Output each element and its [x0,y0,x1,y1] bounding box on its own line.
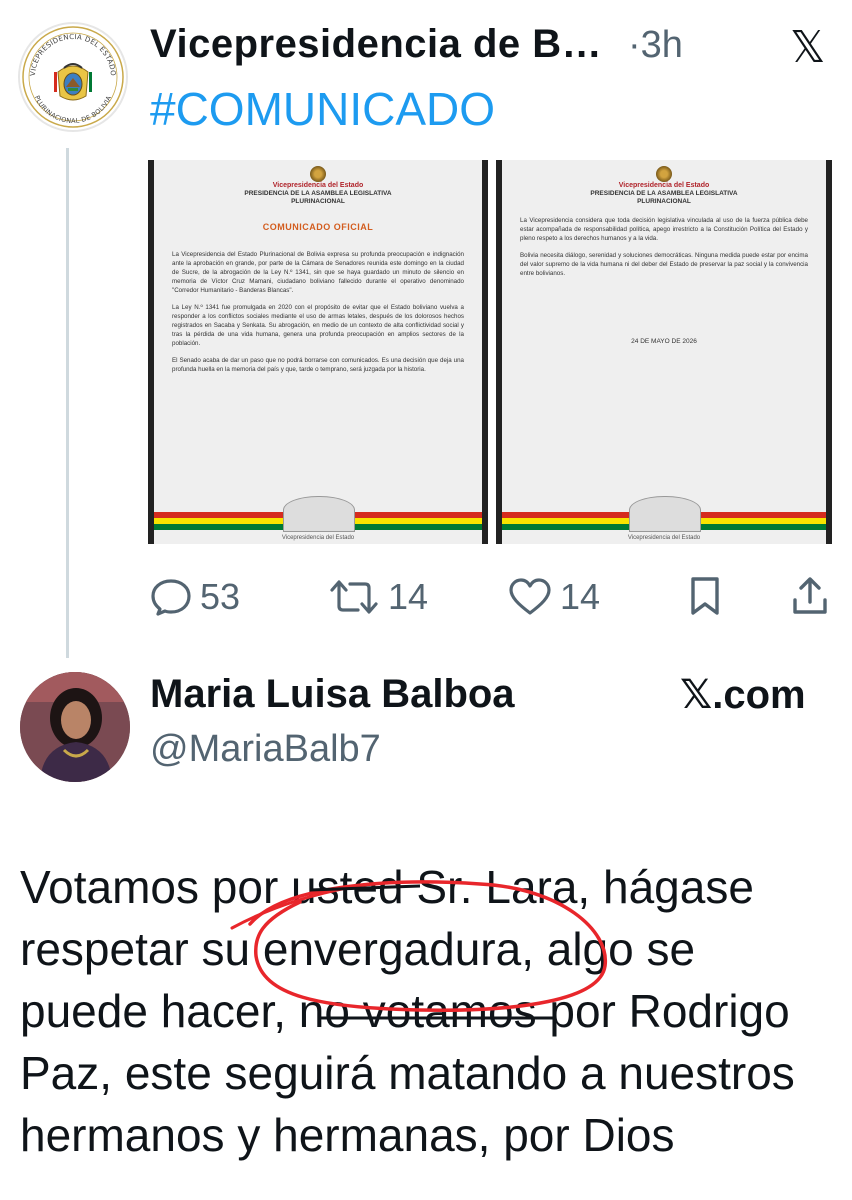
reply-count: 53 [200,576,241,617]
post-text-line: Paz, este seguirá matando a nuestros [20,1047,795,1099]
quoted-author-name[interactable]: Maria Luisa Balboa [150,672,515,717]
doc-body: La Vicepresidencia considera que toda de… [520,216,808,286]
doc-paragraph: El Senado acaba de dar un paso que no po… [172,357,464,373]
retweet-count: 14 [388,576,429,617]
timestamp[interactable]: ·3h [628,24,683,67]
doc-date: 24 DE MAYO DE 2026 [631,338,697,345]
doc-body: La Vicepresidencia del Estado Plurinacio… [172,250,464,382]
quoted-post-text: Votamos por usted Sr. Lara, hágase respe… [20,856,840,1166]
like-count: 14 [560,576,601,617]
doc-title: COMUNICADO OFICIAL [262,222,374,232]
doc-paragraph: Bolivia necesita diálogo, serenidad y so… [520,252,808,277]
separator-dot: · [628,24,641,66]
legislative-building-icon [283,496,355,532]
reply-icon [151,579,191,616]
tweet-actions: 53 14 14 [150,576,840,618]
author-avatar[interactable]: VICEPRESIDENCIA DEL ESTADO PLURINACIONAL… [18,22,128,132]
doc-paragraph: La Vicepresidencia del Estado Plurinacio… [172,251,464,294]
retweet-button[interactable]: 14 [328,576,428,618]
quoted-author-avatar[interactable] [20,672,130,782]
doc-paragraph: La Vicepresidencia considera que toda de… [520,217,808,242]
like-button[interactable]: 14 [508,576,600,618]
thread-connector [66,148,69,658]
x-logo-icon[interactable]: 𝕏 [790,22,825,73]
bookmark-icon [691,577,719,615]
crest-icon [656,166,672,182]
doc-paragraph: La Ley N.º 1341 fue promulgada en 2020 c… [172,304,464,347]
hashtag-link[interactable]: #COMUNICADO [150,82,495,136]
post-text-line: Votamos por usted Sr. Lara, hágase [20,861,754,913]
doc-head-plurinacional: PLURINACIONAL [637,198,691,205]
doc-head-vicepresidencia: Vicepresidencia del Estado [272,182,364,189]
author-name[interactable]: Vicepresidencia de B… [150,22,602,67]
doc-head-vicepresidencia: Vicepresidencia del Estado [618,182,710,189]
doc-head-plurinacional: PLURINACIONAL [291,198,345,205]
post-text-line: hermanos y hermanas, por Dios [20,1109,675,1161]
doc-footer: Vicepresidencia del Estado [627,535,701,541]
seal-icon: VICEPRESIDENCIA DEL ESTADO PLURINACIONAL… [22,26,124,128]
doc-footer: Vicepresidencia del Estado [281,535,355,541]
post-text-line: puede hacer, no votamos por Rodrigo [20,985,790,1037]
time-label: 3h [640,24,683,66]
crest-icon [310,166,326,182]
attached-image-2[interactable]: Vicepresidencia del Estado PRESIDENCIA D… [496,160,832,544]
attached-image-1[interactable]: Vicepresidencia del Estado PRESIDENCIA D… [148,160,488,544]
share-button[interactable] [790,576,830,616]
post-text-line: respetar su envergadura, algo se [20,923,696,975]
doc-head-asamblea: PRESIDENCIA DE LA ASAMBLEA LEGISLATIVA [244,190,392,197]
legislative-building-icon [629,496,701,532]
reply-button[interactable]: 53 [150,576,240,618]
retweet-icon [330,580,378,614]
share-icon [793,577,827,614]
source-x-com[interactable]: 𝕏.com [680,672,806,718]
profile-photo-icon [20,672,130,782]
heart-icon [509,578,551,615]
doc-head-asamblea: PRESIDENCIA DE LA ASAMBLEA LEGISLATIVA [590,190,738,197]
quoted-author-handle[interactable]: @MariaBalb7 [150,728,381,771]
bookmark-button[interactable] [688,576,722,616]
